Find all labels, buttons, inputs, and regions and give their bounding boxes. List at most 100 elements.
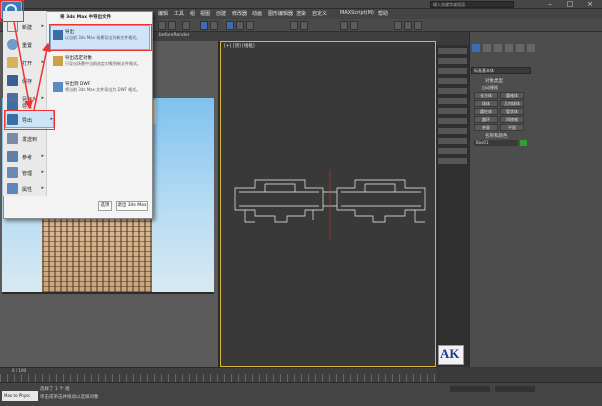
angle-snap-icon[interactable] — [300, 21, 308, 30]
menu-graph-editors[interactable]: 图形编辑器 — [268, 10, 293, 17]
open-folder-icon — [7, 57, 18, 68]
menu-item-properties[interactable]: 属性 ▸ — [5, 180, 45, 198]
strip-row[interactable] — [438, 68, 467, 74]
export-dwf-icon — [53, 82, 63, 92]
scale-icon[interactable] — [246, 21, 254, 30]
timeline-ruler[interactable] — [0, 374, 436, 382]
plane-button[interactable]: 平面 — [500, 124, 524, 131]
title-bar: 键入关键字或短语 – □ × — [0, 0, 602, 9]
create-tab-icon[interactable] — [472, 44, 480, 52]
object-color-swatch[interactable] — [520, 140, 527, 146]
object-type-header[interactable]: 对象类型 — [485, 78, 503, 84]
strip-row[interactable] — [438, 128, 467, 134]
strip-row[interactable] — [438, 108, 467, 114]
selection-set-field[interactable] — [495, 386, 535, 392]
strip-row[interactable] — [438, 98, 467, 104]
align-icon[interactable] — [350, 21, 358, 30]
redo-icon[interactable] — [168, 21, 176, 30]
strip-row[interactable] — [438, 118, 467, 124]
menu-customize[interactable]: 自定义 — [312, 10, 327, 17]
menu-item-label: 发送到 — [22, 137, 38, 143]
teapot-button[interactable]: 茶壶 — [474, 124, 498, 131]
close-button[interactable]: × — [580, 0, 600, 9]
primitive-type-dropdown[interactable]: 标准基本体 — [471, 67, 531, 74]
menu-edit[interactable]: 编辑 — [158, 10, 168, 17]
geosphere-button[interactable]: 几何球体 — [500, 100, 524, 107]
auto-key-field[interactable] — [450, 386, 490, 392]
menu-item-open[interactable]: 打开 ▸ — [5, 54, 45, 72]
mirror-icon[interactable] — [340, 21, 348, 30]
search-input[interactable]: 键入关键字或短语 — [430, 1, 514, 8]
utilities-tab-icon[interactable] — [527, 44, 535, 52]
floor-plan-drawing — [234, 170, 426, 240]
render-setup-icon[interactable] — [404, 21, 412, 30]
strip-row[interactable] — [438, 78, 467, 84]
menu-item-label: 导入 — [22, 104, 33, 110]
rotate-icon[interactable] — [236, 21, 244, 30]
chevron-right-icon: ▸ — [41, 23, 44, 29]
new-file-icon — [7, 21, 18, 32]
menu-create[interactable]: 创建 — [216, 10, 226, 17]
menu-item-label: 保存 — [22, 79, 33, 85]
display-tab-icon[interactable] — [516, 44, 524, 52]
chevron-right-icon: ▸ — [41, 153, 44, 159]
export-selected-icon — [53, 56, 63, 66]
strip-row[interactable] — [438, 158, 467, 164]
maximize-button[interactable]: □ — [560, 0, 580, 9]
link-icon[interactable] — [182, 21, 190, 30]
hierarchy-tab-icon[interactable] — [494, 44, 502, 52]
menu-modifiers[interactable]: 修改器 — [232, 10, 247, 17]
menu-item-label: 重置 — [22, 43, 33, 49]
menu-tools[interactable]: 工具 — [174, 10, 184, 17]
menu-rendering[interactable]: 渲染 — [296, 10, 306, 17]
frame-counter: 0 / 100 — [12, 368, 27, 373]
minimize-button[interactable]: – — [540, 0, 560, 9]
options-button[interactable]: 选项 — [98, 201, 112, 211]
menu-item-send-to[interactable]: 发送到 — [5, 130, 45, 148]
submenu-export-dwf[interactable]: 导出到 DWF 将当前 3ds Max 文件导出为 DWF 格式。 — [50, 78, 150, 102]
motion-tab-icon[interactable] — [505, 44, 513, 52]
menu-group[interactable]: 组 — [190, 10, 195, 17]
name-color-header[interactable]: 名称和颜色 — [485, 133, 508, 139]
strip-row[interactable] — [438, 48, 467, 54]
autogrid-checkbox[interactable]: 自动栅格 — [482, 85, 498, 91]
cone-button[interactable]: 圆锥体 — [500, 92, 524, 99]
maxscript-listener[interactable]: Max to Physc — [2, 391, 38, 401]
menu-help[interactable]: 帮助 — [378, 10, 388, 17]
torus-button[interactable]: 圆环 — [474, 116, 498, 123]
object-name-field[interactable]: Box01 — [474, 140, 518, 146]
menu-item-label: 参考 — [22, 155, 33, 161]
cylinder-button[interactable]: 圆柱体 — [474, 108, 498, 115]
strip-row[interactable] — [438, 88, 467, 94]
undo-icon[interactable] — [158, 21, 166, 30]
menu-item-reset[interactable]: 重置 — [5, 36, 45, 54]
render-icon[interactable] — [414, 21, 422, 30]
tube-button[interactable]: 管状体 — [500, 108, 524, 115]
exit-button[interactable]: 退出 3ds Max — [116, 201, 148, 211]
snap-icon[interactable] — [290, 21, 298, 30]
submenu-item-desc: 将当前 3ds Max 文件导出为 DWF 格式。 — [65, 87, 141, 92]
submenu-title: 将 3ds Max 中导出文件 — [60, 15, 112, 20]
tab-beforerender[interactable]: beforeRender — [159, 33, 190, 38]
menu-item-save[interactable]: 保存 — [5, 72, 45, 90]
strip-row[interactable] — [438, 58, 467, 64]
menu-views[interactable]: 视图 — [200, 10, 210, 17]
menu-maxscript[interactable]: MAXScript(M) — [340, 10, 374, 16]
viewport-label[interactable]: [+] [顶] [线框] — [224, 43, 255, 49]
menu-item-label: 管理 — [22, 171, 33, 177]
menu-item-label: 属性 — [22, 187, 33, 193]
box-button[interactable]: 长方体 — [474, 92, 498, 99]
menu-animation[interactable]: 动画 — [252, 10, 262, 17]
modify-tab-icon[interactable] — [483, 44, 491, 52]
annotation-box-app-button — [0, 0, 24, 22]
material-editor-icon[interactable] — [394, 21, 402, 30]
pyramid-button[interactable]: 四棱锥 — [500, 116, 524, 123]
strip-row[interactable] — [438, 148, 467, 154]
move-icon[interactable] — [226, 21, 234, 30]
submenu-export-selected[interactable]: 导出选定对象 只导出场景中当前选定对象到新文件格式。 — [50, 52, 150, 76]
strip-row[interactable] — [438, 138, 467, 144]
reference-icon — [7, 151, 18, 162]
select-icon[interactable] — [200, 21, 208, 30]
sphere-button[interactable]: 球体 — [474, 100, 498, 107]
select-by-name-icon[interactable] — [210, 21, 218, 30]
